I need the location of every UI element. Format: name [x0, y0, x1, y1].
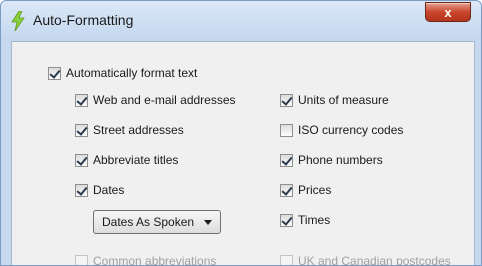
- checkbox-label: Phone numbers: [298, 153, 383, 167]
- checkbox-box[interactable]: [280, 254, 293, 265]
- checkbox-label: Units of measure: [298, 93, 389, 107]
- checkbox-label: ISO currency codes: [298, 123, 404, 137]
- checkbox-label: Common abbreviations: [93, 254, 217, 266]
- dropdown-selected-value: Dates As Spoken: [102, 215, 195, 229]
- checkbox-box[interactable]: [75, 123, 88, 137]
- checkbox-box[interactable]: [75, 153, 88, 167]
- checkbox-box[interactable]: [280, 123, 293, 137]
- prices-checkbox[interactable]: Prices: [280, 183, 331, 197]
- checkbox-label: Abbreviate titles: [93, 153, 179, 167]
- dates-format-dropdown[interactable]: Dates As Spoken: [93, 210, 221, 234]
- checkbox-box[interactable]: [280, 93, 293, 107]
- auto-format-checkbox[interactable]: Automatically format text: [48, 66, 197, 80]
- lightning-icon: [11, 11, 25, 31]
- dates-checkbox[interactable]: Dates: [75, 183, 124, 197]
- chevron-down-icon: [204, 220, 212, 225]
- units-of-measure-checkbox[interactable]: Units of measure: [280, 93, 389, 107]
- checkbox-label: Dates: [93, 183, 125, 197]
- times-checkbox[interactable]: Times: [280, 213, 330, 227]
- title-bar: Auto-Formatting x: [1, 1, 481, 41]
- checkbox-box[interactable]: [75, 183, 88, 197]
- checkbox-label: Prices: [298, 183, 332, 197]
- checkbox-label: Web and e-mail addresses: [93, 93, 236, 107]
- checkbox-label: Times: [298, 213, 331, 227]
- abbreviate-titles-checkbox[interactable]: Abbreviate titles: [75, 153, 178, 167]
- phone-numbers-checkbox[interactable]: Phone numbers: [280, 153, 383, 167]
- uk-canadian-postcodes-checkbox[interactable]: UK and Canadian postcodes: [280, 254, 451, 266]
- street-addresses-checkbox[interactable]: Street addresses: [75, 123, 184, 137]
- common-abbreviations-checkbox[interactable]: Common abbreviations: [75, 254, 217, 266]
- checkbox-label: UK and Canadian postcodes: [298, 254, 451, 266]
- close-icon: x: [444, 4, 452, 20]
- dialog-body: Automatically format text Web and e-mail…: [11, 41, 475, 265]
- checkbox-box[interactable]: [280, 213, 293, 227]
- auto-formatting-window: Auto-Formatting x Automatically format t…: [0, 0, 482, 266]
- checkbox-label: Street addresses: [93, 123, 184, 137]
- checkbox-box[interactable]: [48, 66, 61, 80]
- iso-currency-checkbox[interactable]: ISO currency codes: [280, 123, 403, 137]
- checkbox-box[interactable]: [280, 153, 293, 167]
- window-title: Auto-Formatting: [33, 12, 134, 28]
- checkbox-box[interactable]: [75, 254, 88, 265]
- close-button[interactable]: x: [425, 2, 471, 22]
- checkbox-box[interactable]: [280, 183, 293, 197]
- auto-format-label: Automatically format text: [66, 66, 198, 80]
- checkbox-box[interactable]: [75, 93, 88, 107]
- web-email-checkbox[interactable]: Web and e-mail addresses: [75, 93, 236, 107]
